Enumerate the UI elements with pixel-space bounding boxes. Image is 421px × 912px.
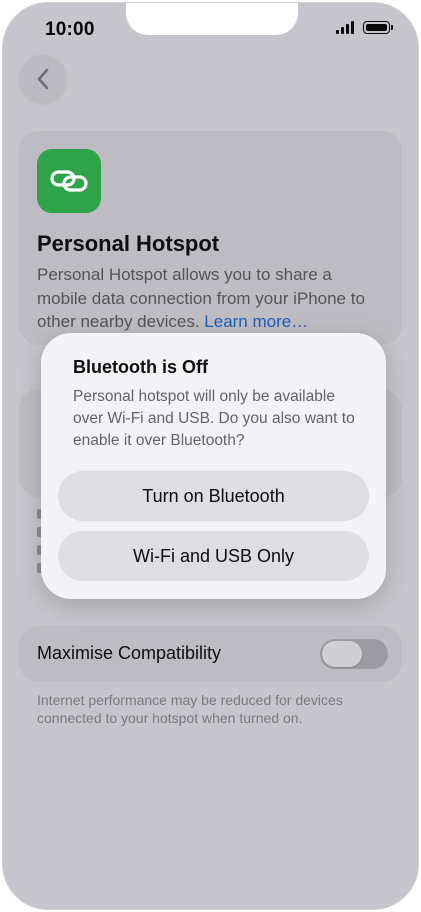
notch (126, 3, 298, 35)
toggle-knob (322, 641, 362, 667)
hotspot-info-card: Personal Hotspot Personal Hotspot allows… (19, 131, 402, 345)
alert-message: Personal hotspot will only be available … (73, 388, 355, 449)
hotspot-description: Personal Hotspot allows you to share a m… (37, 263, 384, 334)
maximise-compatibility-row: Maximise Compatibility (19, 626, 402, 682)
back-button[interactable] (19, 55, 67, 103)
maximise-compatibility-label: Maximise Compatibility (37, 643, 222, 663)
compatibility-footer: Internet performance may be reduced for … (37, 692, 343, 726)
learn-more-link[interactable]: Learn more… (204, 312, 308, 331)
bluetooth-alert-dialog: Bluetooth is Off Personal hotspot will o… (41, 333, 386, 599)
turn-on-bluetooth-button[interactable]: Turn on Bluetooth (58, 471, 369, 521)
phone-frame: 10:00 Personal Hotspot Personal Hotspot … (0, 0, 421, 912)
hotspot-app-icon (37, 149, 101, 213)
chevron-left-icon (37, 68, 49, 90)
screen: 10:00 Personal Hotspot Personal Hotspot … (2, 2, 419, 910)
alert-title: Bluetooth is Off (73, 357, 208, 377)
page-title: Personal Hotspot (37, 231, 220, 256)
maximise-compatibility-toggle[interactable] (320, 639, 388, 669)
battery-icon (363, 21, 393, 34)
description-text: Personal Hotspot allows you to share a m… (37, 265, 365, 331)
wifi-usb-only-button[interactable]: Wi-Fi and USB Only (58, 531, 369, 581)
link-icon (50, 170, 88, 192)
status-time: 10:00 (45, 19, 95, 40)
status-icons (336, 21, 393, 34)
cellular-signal-icon (336, 21, 354, 34)
